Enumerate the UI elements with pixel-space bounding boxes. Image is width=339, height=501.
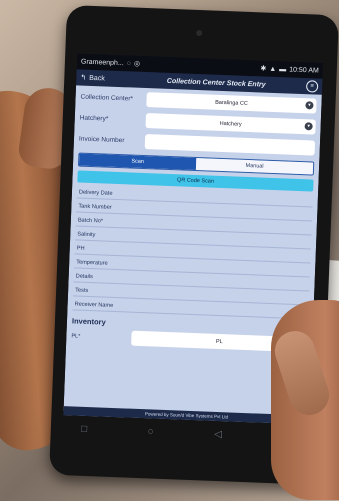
carrier-label: Grameenph...: [80, 58, 124, 67]
chat-icon: ◌: [126, 59, 132, 67]
chevron-down-icon: ▾: [304, 122, 313, 131]
hatchery-label: Hatchery*: [79, 114, 109, 123]
home-icon[interactable]: ○: [147, 426, 153, 437]
recents-icon[interactable]: □: [81, 423, 87, 434]
collection-center-select[interactable]: Baralinga CC ▾: [146, 92, 317, 114]
manual-tab[interactable]: Manual: [195, 158, 314, 175]
hatchery-select[interactable]: Hatchery ▾: [145, 113, 316, 135]
hatchery-value: Hatchery: [219, 120, 242, 128]
signal-icon: ▲: [269, 65, 277, 73]
bluetooth-icon: ✱: [260, 65, 267, 73]
collection-center-row: Collection Center* Baralinga CC ▾: [80, 90, 317, 114]
front-camera: [196, 29, 203, 37]
location-icon: ◎: [133, 60, 141, 68]
back-label: Back: [89, 74, 105, 82]
collection-center-value: Baralinga CC: [215, 99, 248, 107]
photo-scene: Grameenph... ◌ ◎ ✱ ▲ ▬ 10:50 AM ↰ Back C…: [0, 0, 339, 501]
invoice-row: Invoice Number: [78, 132, 316, 156]
scan-tab[interactable]: Scan: [78, 153, 197, 171]
inventory-pl-label: PL*: [71, 332, 81, 340]
invoice-label: Invoice Number: [78, 135, 125, 145]
collection-center-label: Collection Center*: [80, 93, 134, 103]
battery-icon: ▬: [279, 65, 287, 73]
chevron-down-icon: ▾: [305, 101, 314, 110]
clock-time: 10:50 AM: [289, 66, 319, 75]
inventory-pl-value: PL: [215, 338, 223, 345]
menu-icon[interactable]: ≡: [305, 80, 319, 93]
back-arrow-icon: ↰: [80, 74, 87, 82]
back-button[interactable]: ↰ Back: [80, 74, 126, 84]
hatchery-row: Hatchery* Hatchery ▾: [80, 111, 316, 135]
back-nav-icon[interactable]: ◁: [214, 428, 222, 439]
invoice-input[interactable]: [144, 134, 316, 156]
